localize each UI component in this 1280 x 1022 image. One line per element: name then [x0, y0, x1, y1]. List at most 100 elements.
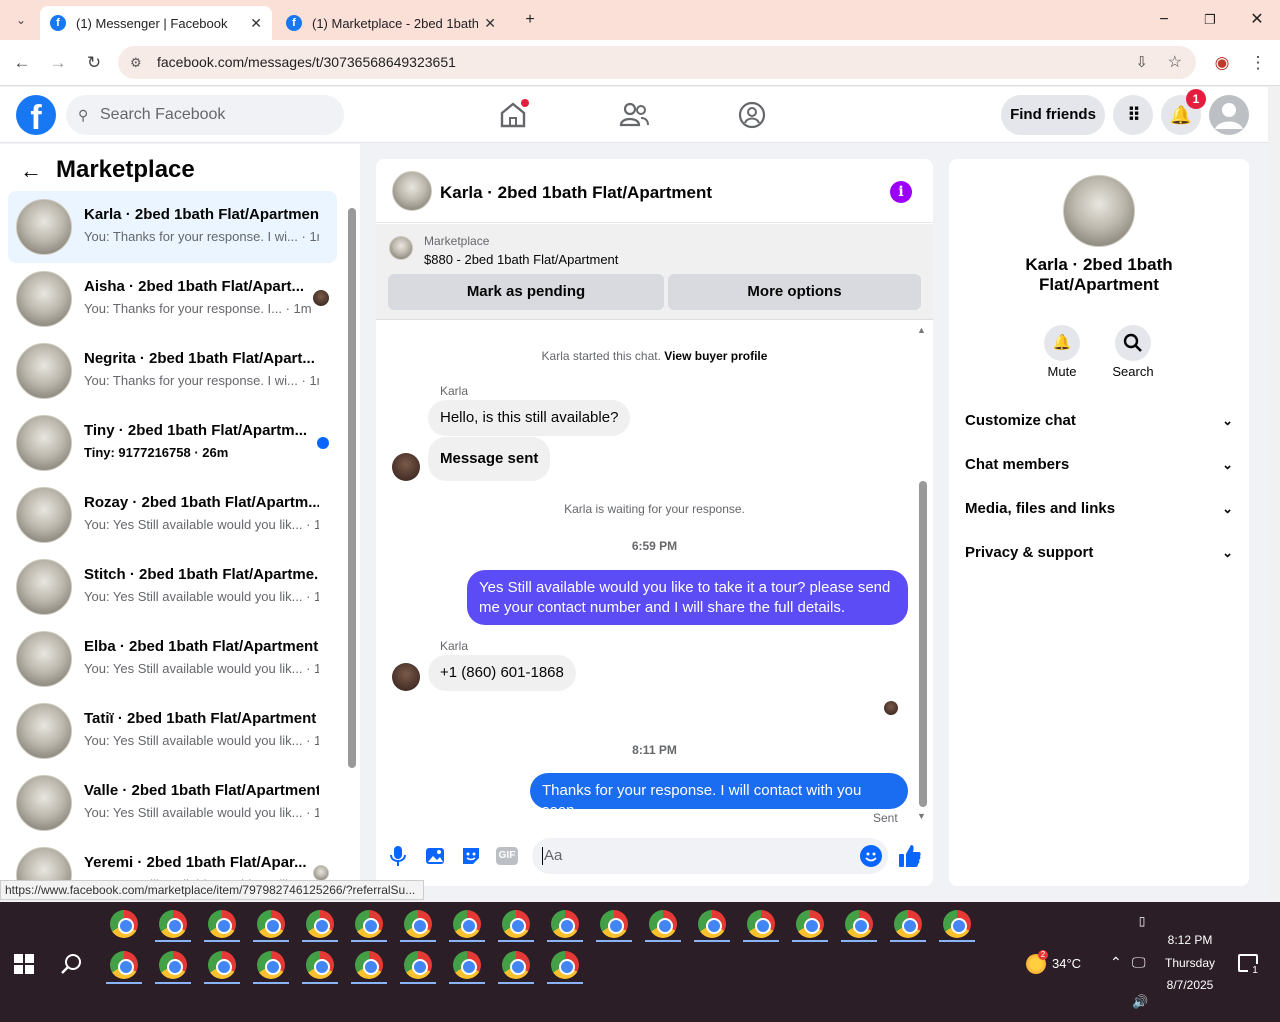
friends-icon[interactable] [618, 101, 650, 129]
conversation-item[interactable]: Tiny · 2bed 1bath Flat/Apartm... Tiny: 9… [8, 407, 337, 479]
mute-bell-icon[interactable]: 🔔 [1044, 325, 1080, 361]
new-tab-icon[interactable]: + [518, 8, 542, 32]
chrome-icon[interactable] [355, 951, 383, 979]
gif-icon[interactable]: GIF [496, 847, 518, 865]
chrome-icon[interactable] [208, 951, 236, 979]
clock-day[interactable]: Thursday [1160, 956, 1220, 970]
profile-icon[interactable]: ◉ [1209, 50, 1235, 76]
chrome-icon[interactable] [404, 910, 432, 938]
chrome-icon[interactable] [502, 951, 530, 979]
more-options-button[interactable]: More options [668, 274, 921, 310]
chrome-icon[interactable] [796, 910, 824, 938]
address-bar[interactable]: ⚙ facebook.com/messages/t/30736568649323… [118, 46, 1196, 79]
show-hidden-icons-icon[interactable]: ⌃ [1110, 954, 1122, 971]
chrome-icon[interactable] [845, 910, 873, 938]
chrome-icon[interactable] [257, 951, 285, 979]
restore-icon[interactable]: ❐ [1198, 8, 1222, 32]
chrome-icon[interactable] [551, 951, 579, 979]
close-tab-icon[interactable]: ✕ [250, 15, 262, 32]
conversation-item[interactable]: Stitch · 2bed 1bath Flat/Apartme... You:… [8, 551, 337, 623]
sticker-icon[interactable] [460, 845, 482, 867]
chrome-icon[interactable] [551, 910, 579, 938]
install-app-icon[interactable]: ⇩ [1135, 46, 1148, 79]
chrome-icon[interactable] [110, 951, 138, 979]
chrome-icon[interactable] [257, 910, 285, 938]
conversation-item[interactable]: Valle · 2bed 1bath Flat/Apartment You: Y… [8, 767, 337, 839]
outgoing-message[interactable]: Yes Still available would you like to ta… [467, 570, 908, 625]
emoji-icon[interactable] [860, 845, 882, 867]
chrome-icon[interactable] [306, 910, 334, 938]
network-icon[interactable]: 🖵 [1132, 954, 1146, 971]
incoming-message[interactable]: +1 (860) 601-1868 [428, 655, 576, 691]
taskbar-app-icon[interactable] [110, 910, 138, 938]
conversation-item[interactable]: Negrita · 2bed 1bath Flat/Apart... You: … [8, 335, 337, 407]
media-files-links-section[interactable]: Media, files and links ⌄ [965, 487, 1235, 531]
search-chat-icon[interactable] [1115, 325, 1151, 361]
chrome-icon[interactable] [306, 951, 334, 979]
view-buyer-profile-link[interactable]: View buyer profile [664, 349, 767, 363]
chrome-icon[interactable] [208, 910, 236, 938]
chrome-icon[interactable] [698, 910, 726, 938]
chat-avatar[interactable] [392, 171, 432, 211]
close-tab-icon[interactable]: ✕ [484, 15, 496, 32]
facebook-logo-icon[interactable]: f [16, 95, 56, 135]
site-info-icon[interactable]: ⚙ [130, 46, 142, 79]
find-friends-button[interactable]: Find friends [1001, 95, 1105, 135]
tab-marketplace[interactable]: f (1) Marketplace - 2bed 1bath Fl ✕ [276, 6, 506, 40]
clock-date[interactable]: 8/7/2025 [1160, 978, 1220, 992]
groups-icon[interactable] [738, 101, 766, 129]
volume-icon[interactable]: 🔊 [1132, 994, 1148, 1010]
close-window-icon[interactable]: ✕ [1245, 8, 1269, 32]
chrome-icon[interactable] [355, 910, 383, 938]
chrome-icon[interactable] [894, 910, 922, 938]
mark-as-pending-button[interactable]: Mark as pending [388, 274, 664, 310]
info-icon[interactable]: i [890, 181, 912, 203]
chrome-icon[interactable] [453, 951, 481, 979]
chrome-icon[interactable] [159, 910, 187, 938]
forward-icon[interactable]: → [45, 50, 71, 76]
outgoing-message[interactable]: Thanks for your response. I will contact… [530, 773, 908, 819]
tab-messenger[interactable]: f (1) Messenger | Facebook ✕ [40, 6, 272, 40]
bookmark-star-icon[interactable]: ☆ [1168, 46, 1182, 79]
chrome-icon[interactable] [404, 951, 432, 979]
sender-avatar[interactable] [392, 663, 420, 691]
incoming-message[interactable]: Message sent [428, 437, 551, 481]
chrome-icon[interactable] [649, 910, 677, 938]
conversation-item[interactable]: Aisha · 2bed 1bath Flat/Apart... You: Th… [8, 263, 337, 335]
taskbar-search-icon[interactable] [60, 952, 84, 976]
contact-avatar[interactable] [1063, 175, 1135, 247]
back-arrow-icon[interactable]: ← [20, 158, 42, 184]
chrome-icon[interactable] [943, 910, 971, 938]
menu-kebab-icon[interactable]: ⋮ [1245, 50, 1271, 76]
conversation-item[interactable]: Karla · 2bed 1bath Flat/Apartment You: T… [8, 191, 337, 263]
windows-start-icon[interactable] [14, 954, 34, 974]
chat-members-section[interactable]: Chat members ⌄ [965, 443, 1235, 487]
tab-search-chevron-icon[interactable]: ⌄ [8, 7, 34, 33]
clock-time[interactable]: 8:12 PM [1160, 933, 1220, 947]
photo-icon[interactable] [424, 845, 446, 867]
chat-title[interactable]: Karla · 2bed 1bath Flat/Apartment [440, 183, 712, 203]
conversation-item[interactable]: Tatiï · 2bed 1bath Flat/Apartment You: Y… [8, 695, 337, 767]
customize-chat-section[interactable]: Customize chat ⌄ [965, 399, 1235, 443]
minimize-icon[interactable]: − [1152, 8, 1176, 32]
incoming-message[interactable]: Hello, is this still available? [428, 400, 631, 436]
account-avatar[interactable] [1209, 95, 1249, 135]
facebook-search-input[interactable]: ⚲ Search Facebook [66, 95, 344, 135]
sidebar-scrollbar[interactable] [346, 196, 356, 886]
like-thumb-icon[interactable] [898, 843, 922, 869]
menu-grid-icon[interactable]: ⠿ [1113, 95, 1153, 135]
chrome-icon[interactable] [453, 910, 481, 938]
privacy-support-section[interactable]: Privacy & support ⌄ [965, 531, 1235, 575]
message-input[interactable]: Aa [532, 838, 888, 874]
listing-thumbnail[interactable] [389, 236, 413, 260]
chrome-icon[interactable] [502, 910, 530, 938]
home-icon[interactable] [496, 99, 530, 131]
chrome-icon[interactable] [747, 910, 775, 938]
back-icon[interactable]: ← [9, 50, 35, 76]
conversation-item[interactable]: Rozay · 2bed 1bath Flat/Apartm... You: Y… [8, 479, 337, 551]
page-scrollbar[interactable] [1268, 87, 1280, 900]
sender-avatar[interactable] [392, 453, 420, 481]
reload-icon[interactable]: ↻ [81, 50, 107, 76]
chrome-icon[interactable] [159, 951, 187, 979]
microphone-icon[interactable] [388, 845, 408, 867]
